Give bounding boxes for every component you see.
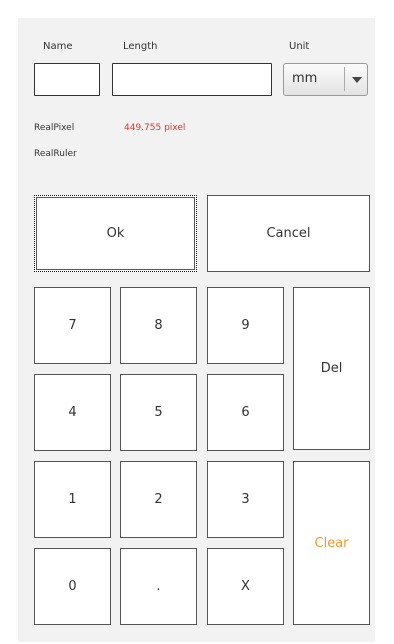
key-dot-button[interactable]: . (120, 548, 197, 625)
key-6-button[interactable]: 6 (207, 374, 284, 451)
key-4-button[interactable]: 4 (34, 374, 111, 451)
unit-select[interactable]: mm (283, 63, 368, 96)
key-8-button[interactable]: 8 (120, 287, 197, 364)
cancel-button[interactable]: Cancel (207, 195, 370, 272)
length-input[interactable] (112, 63, 272, 96)
key-x-button[interactable]: X (207, 548, 284, 625)
real-ruler-label: RealRuler (34, 149, 77, 159)
key-3-button[interactable]: 3 (207, 461, 284, 538)
key-7-button[interactable]: 7 (34, 287, 111, 364)
ok-button[interactable]: Ok (34, 195, 197, 272)
key-2-button[interactable]: 2 (120, 461, 197, 538)
clear-button[interactable]: Clear (293, 461, 370, 625)
chevron-down-icon (352, 77, 362, 83)
unit-select-divider (344, 67, 345, 91)
real-pixel-label: RealPixel (34, 123, 75, 133)
real-pixel-value: 449.755 pixel (124, 123, 186, 133)
unit-select-value: mm (292, 71, 318, 86)
key-5-button[interactable]: 5 (120, 374, 197, 451)
key-1-button[interactable]: 1 (34, 461, 111, 538)
key-9-button[interactable]: 9 (207, 287, 284, 364)
name-input[interactable] (34, 63, 100, 96)
length-label: Length (123, 41, 158, 52)
delete-button[interactable]: Del (293, 287, 370, 450)
key-0-button[interactable]: 0 (34, 548, 111, 625)
unit-label: Unit (289, 41, 310, 52)
name-label: Name (43, 41, 73, 52)
